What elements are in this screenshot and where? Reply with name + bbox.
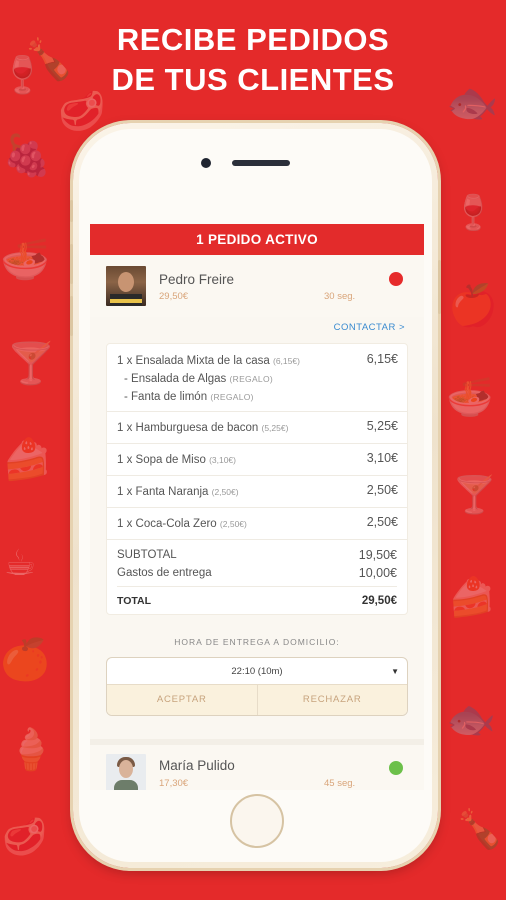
delivery-fee-value: 10,00€ (358, 566, 397, 580)
delivery-time-value: 22:10 (10m) (231, 666, 283, 677)
list-item: 1 x Hamburguesa de bacon (5,25€) 5,25€ (107, 412, 407, 444)
item-price: 3,10€ (366, 451, 398, 465)
item-line: 1 x Ensalada Mixta de la casa (6,15€) (117, 352, 397, 370)
customer-name: Pedro Freire (159, 272, 235, 287)
item-price: 2,50€ (366, 515, 398, 529)
avatar-tag (110, 299, 142, 303)
total-row: TOTAL 29,50€ (117, 586, 397, 614)
steak-icon-2: 🥩 (2, 817, 47, 858)
cake-icon: 🍰 (2, 437, 52, 483)
item-price: 6,15€ (366, 352, 398, 366)
item-line: 1 x Hamburguesa de bacon (5,25€) (117, 419, 397, 437)
subtotal-value: 19,50€ (358, 548, 397, 562)
coffee-icon: ☕ (4, 543, 37, 584)
extra-gift-tag: (REGALO) (210, 392, 254, 402)
wine-glass-icon-2: 🍷 (452, 193, 495, 233)
fish-icon-2: 🐟 (446, 697, 496, 743)
item-line: 1 x Coca-Cola Zero (2,50€) (117, 515, 397, 533)
status-red (389, 272, 403, 286)
customer-name: María Pulido (159, 758, 235, 773)
contact-link[interactable]: CONTACTAR > (90, 317, 424, 341)
avatar (106, 266, 146, 306)
total-value: 29,50€ (361, 595, 397, 607)
item-unit-price: (6,15€) (272, 356, 300, 366)
list-item: 1 x Sopa de Miso (3,10€) 3,10€ (107, 444, 407, 476)
item-unit-price: (2,50€) (219, 519, 247, 529)
extra-name: - Ensalada de Algas (124, 373, 227, 385)
order-totals: SUBTOTAL 19,50€ Gastos de entrega 10,00€ T… (107, 540, 407, 614)
delivery-fee-row: Gastos de entrega 10,00€ (117, 564, 397, 582)
total-label: TOTAL (117, 595, 152, 607)
home-button[interactable] (230, 794, 284, 848)
cocktail-icon: 🍸 (6, 341, 56, 387)
item-line: 1 x Sopa de Miso (3,10€) (117, 451, 397, 469)
app-screen: 1 PEDIDO ACTIVO Pedro Freire 29,50€ 30 s… (90, 224, 424, 790)
delivery-fee-label: Gastos de entrega (117, 567, 212, 579)
order-items-card: 1 x Ensalada Mixta de la casa (6,15€) 6,… (106, 343, 408, 615)
item-line: 1 x Fanta Naranja (2,50€) (117, 483, 397, 501)
item-unit-price: (3,10€) (209, 455, 236, 465)
order-header-2[interactable]: María Pulido 17,30€ 45 seg. (90, 739, 424, 790)
volume-down-button (70, 296, 73, 336)
reject-button[interactable]: RECHAZAR (257, 685, 407, 715)
list-item: 1 x Fanta Naranja (2,50€) 2,50€ (107, 476, 407, 508)
delivery-time-box: 22:10 (10m) ▼ ACEPTAR RECHAZAR (106, 657, 408, 716)
cocktail-icon-2: 🍸 (452, 475, 497, 516)
subtotal-label: SUBTOTAL (117, 549, 177, 561)
item-price: 5,25€ (366, 419, 398, 433)
item-name: 1 x Hamburguesa de bacon (117, 422, 259, 434)
item-unit-price: (2,50€) (211, 487, 239, 497)
avatar-shirt (114, 780, 138, 790)
order-total: 29,50€ (159, 291, 189, 302)
cake-icon-2: 🍰 (448, 575, 496, 619)
item-name: 1 x Sopa de Miso (117, 454, 206, 466)
extra-name: - Fanta de limón (124, 391, 208, 403)
delivery-time-select[interactable]: 22:10 (10m) ▼ (107, 658, 407, 685)
avatar-face (118, 272, 134, 292)
accept-button[interactable]: ACEPTAR (107, 685, 258, 715)
order-total: 17,30€ (159, 778, 189, 789)
status-green (389, 761, 403, 775)
noodles-icon-2: 🍜 (446, 375, 494, 419)
subtotal-row: SUBTOTAL 19,50€ (117, 546, 397, 564)
item-name: 1 x Coca-Cola Zero (117, 518, 217, 530)
item-extra: - Fanta de limón (REGALO) (124, 388, 397, 406)
list-item: 1 x Coca-Cola Zero (2,50€) 2,50€ (107, 508, 407, 540)
volume-up-button (70, 244, 73, 284)
earpiece-speaker (232, 160, 290, 166)
item-name: 1 x Ensalada Mixta de la casa (117, 355, 270, 367)
delivery-time-label: HORA DE ENTREGA A DOMICILIO: (174, 637, 340, 647)
caret-down-icon: ▼ (391, 667, 399, 676)
wine-bottle-icon-2: 🍾 (456, 807, 504, 851)
orange-icon: 🍊 (0, 637, 50, 683)
order-elapsed-time: 30 seg. (324, 291, 356, 302)
action-buttons: ACEPTAR RECHAZAR (107, 685, 407, 715)
fruit-icon: 🍇 (2, 133, 52, 179)
list-item: 1 x Ensalada Mixta de la casa (6,15€) 6,… (107, 344, 407, 412)
mute-switch (70, 200, 73, 222)
promo-line-1: RECIBE PEDIDOS (116, 22, 390, 57)
item-price: 2,50€ (366, 483, 398, 497)
promo-headline: RECIBE PEDIDOS DE TUS CLIENTES (0, 20, 506, 100)
noodles-icon: 🍜 (0, 237, 50, 283)
active-orders-bar: 1 PEDIDO ACTIVO (90, 224, 424, 255)
promo-line-2: DE TUS CLIENTES (111, 62, 395, 97)
avatar (106, 754, 146, 790)
front-camera (201, 158, 211, 168)
icecream-icon: 🍦 (6, 727, 56, 773)
fruit-icon-2: 🍎 (448, 283, 498, 329)
order-header[interactable]: Pedro Freire 29,50€ 30 seg. (90, 255, 424, 317)
power-button (438, 260, 441, 314)
item-unit-price: (5,25€) (261, 423, 289, 433)
item-extra: - Ensalada de Algas (REGALO) (124, 370, 397, 388)
order-elapsed-time: 45 seg. (324, 778, 356, 789)
avatar-face (119, 760, 133, 778)
item-name: 1 x Fanta Naranja (117, 486, 209, 498)
extra-gift-tag: (REGALO) (229, 374, 273, 384)
